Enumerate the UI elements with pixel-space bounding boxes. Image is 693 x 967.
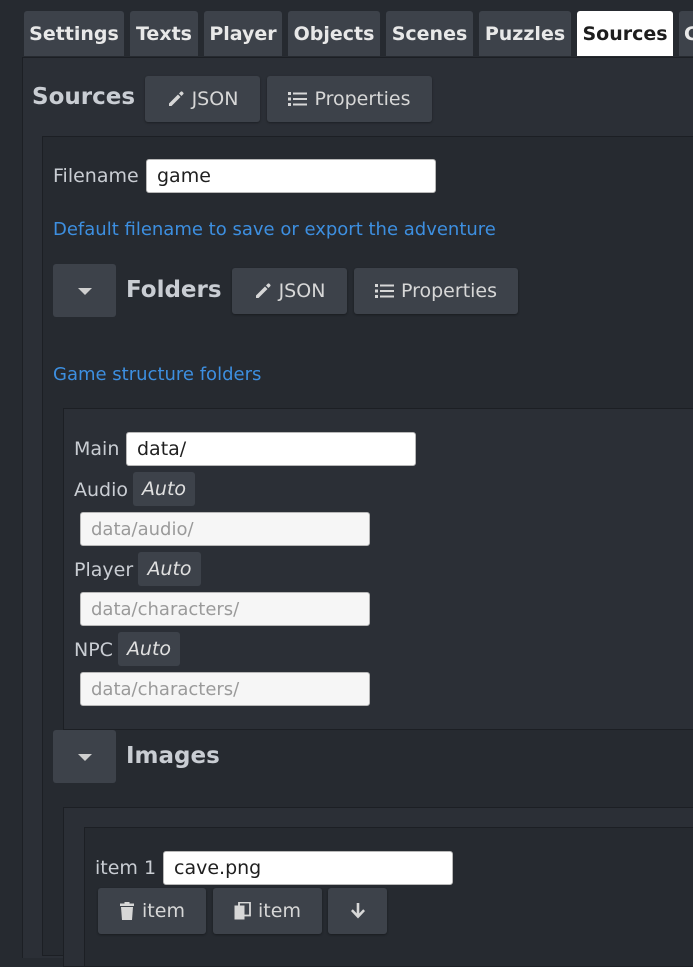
filename-hint: Default filename to save or export the a… (53, 219, 496, 240)
delete-item-button[interactable]: item (98, 888, 206, 934)
sources-properties-label: Properties (314, 88, 411, 110)
folders-properties-label: Properties (400, 280, 498, 302)
trash-icon (119, 902, 135, 920)
tab-puzzles[interactable]: Puzzles (479, 11, 571, 56)
list-icon (374, 283, 394, 299)
folders-title: Folders (126, 277, 222, 303)
tab-scenes[interactable]: Scenes (386, 11, 473, 56)
sources-json-label: JSON (191, 88, 239, 110)
move-down-button[interactable] (328, 888, 387, 934)
main-folder-input[interactable]: data/ (126, 432, 416, 466)
npc-auto-button[interactable]: Auto (118, 632, 180, 666)
tab-bar: Settings Texts Player Objects Scenes Puz… (0, 0, 693, 57)
audio-auto-button[interactable]: Auto (133, 472, 195, 506)
images-collapse-toggle[interactable] (53, 730, 116, 783)
copy-item-label: item (258, 900, 301, 922)
filename-input[interactable]: game (146, 159, 436, 193)
tab-sources[interactable]: Sources (577, 11, 673, 56)
folders-hint: Game structure folders (53, 364, 262, 385)
image-item-input[interactable]: cave.png (163, 851, 453, 885)
folders-json-label: JSON (278, 280, 326, 302)
player-folder-input[interactable]: data/characters/ (80, 592, 370, 626)
filename-label: Filename (53, 165, 139, 187)
tab-settings[interactable]: Settings (24, 11, 124, 56)
tab-objects[interactable]: Objects (288, 11, 380, 56)
copy-item-button[interactable]: item (213, 888, 322, 934)
audio-folder-input[interactable]: data/audio/ (80, 512, 370, 546)
tab-more[interactable]: C (679, 11, 693, 56)
list-icon (288, 91, 308, 107)
copy-icon (234, 902, 251, 920)
tab-texts[interactable]: Texts (130, 11, 198, 56)
pencil-icon (167, 90, 185, 108)
pencil-icon (254, 282, 272, 300)
sources-json-button[interactable]: JSON (145, 76, 260, 122)
npc-folder-input[interactable]: data/characters/ (80, 672, 370, 706)
folders-collapse-toggle[interactable] (53, 264, 116, 317)
image-item-label: item 1 (95, 857, 157, 879)
folders-properties-button[interactable]: Properties (354, 268, 518, 314)
player-auto-button[interactable]: Auto (138, 552, 201, 586)
images-title: Images (126, 743, 220, 769)
delete-item-label: item (142, 900, 185, 922)
player-folder-label: Player (74, 559, 134, 581)
caret-down-icon (77, 281, 92, 300)
sources-properties-button[interactable]: Properties (267, 76, 432, 122)
sources-title: Sources (32, 84, 136, 110)
arrow-down-icon (349, 902, 367, 920)
tab-player[interactable]: Player (204, 11, 282, 56)
folders-json-button[interactable]: JSON (232, 268, 347, 314)
caret-down-icon (77, 747, 92, 766)
npc-folder-label: NPC (74, 639, 113, 661)
audio-folder-label: Audio (74, 479, 129, 501)
main-folder-label: Main (74, 438, 120, 460)
